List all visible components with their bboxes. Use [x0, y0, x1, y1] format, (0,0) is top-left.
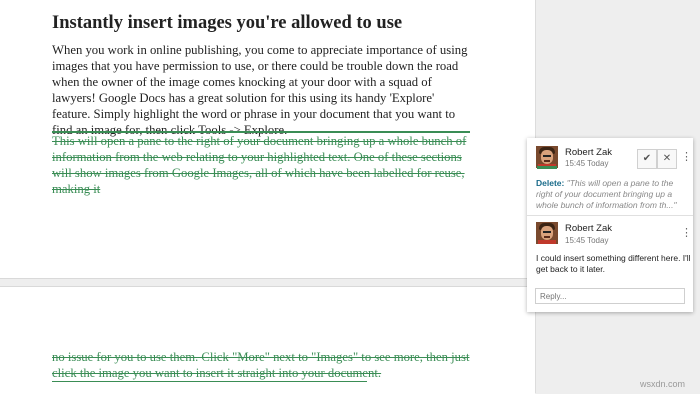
watermark: wsxdn.com [640, 379, 686, 389]
comment-pointer [519, 143, 527, 159]
suggestion-delete-summary: Delete: "This will open a pane to the ri… [536, 178, 688, 211]
vertical-dots-icon[interactable]: ⋮ [681, 228, 692, 239]
comment-thread-card[interactable]: Robert Zak 15:45 Today ✔ ✕ ⋮ Delete: "Th… [527, 138, 693, 312]
reject-suggestion-button[interactable]: ✕ [657, 149, 677, 169]
comment-author: Robert Zak [565, 147, 612, 158]
comment-time: 15:45 Today [565, 159, 609, 168]
checkmark-icon: ✔ [642, 153, 652, 164]
suggestion-color-bar [537, 166, 557, 169]
reply-time: 15:45 Today [565, 236, 609, 245]
vertical-dots-icon[interactable]: ⋮ [681, 152, 692, 163]
delete-label: Delete: [536, 178, 565, 188]
suggested-deletion-text-2[interactable]: no issue for you to use them. Click "Mor… [52, 349, 476, 381]
reply-text: I could insert something different here.… [536, 253, 691, 274]
document-paragraph[interactable]: When you work in online publishing, you … [52, 42, 472, 138]
suggestion-highlight-line-2 [52, 381, 367, 382]
reply-input[interactable] [535, 288, 685, 304]
reply-author: Robert Zak [565, 223, 612, 234]
close-icon: ✕ [662, 153, 672, 164]
avatar [536, 146, 558, 168]
comment-divider [527, 215, 693, 216]
suggested-deletion-text-1[interactable]: This will open a pane to the right of yo… [52, 133, 476, 197]
document-heading: Instantly insert images you're allowed t… [52, 13, 403, 33]
avatar [536, 222, 558, 244]
accept-suggestion-button[interactable]: ✔ [637, 149, 657, 169]
